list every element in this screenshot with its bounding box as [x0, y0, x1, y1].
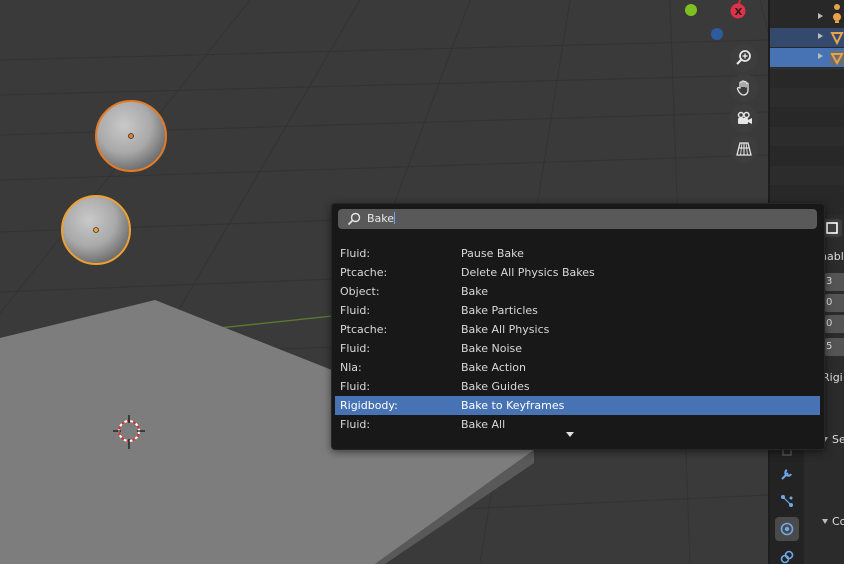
list-item[interactable]: Ptcache: Bake All Physics — [335, 320, 820, 339]
result-category: Fluid: — [340, 342, 371, 355]
expand-icon[interactable] — [818, 53, 823, 59]
camera-view-icon[interactable] — [730, 105, 758, 133]
section-label: Se — [832, 433, 844, 446]
rigid-body-label: Rigi — [822, 371, 843, 384]
outliner-panel[interactable] — [768, 0, 844, 215]
result-operator: Bake Noise — [461, 342, 523, 355]
result-category: Fluid: — [340, 247, 371, 260]
modifier-icon[interactable] — [775, 462, 799, 486]
physics-icon[interactable] — [775, 517, 799, 541]
result-category: Fluid: — [340, 418, 371, 431]
outliner-empty-row — [770, 127, 844, 146]
list-item[interactable]: Fluid: Bake Guides — [335, 377, 820, 396]
light-icon — [833, 13, 841, 23]
list-item[interactable]: Object: Bake — [335, 282, 820, 301]
list-item[interactable]: Fluid: Pause Bake — [335, 244, 820, 263]
perspective-grid-icon[interactable] — [730, 135, 758, 163]
property-field[interactable]: 0 — [824, 294, 844, 312]
list-item[interactable]: Ptcache: Delete All Physics Bakes — [335, 263, 820, 282]
chevron-down-icon[interactable] — [566, 432, 574, 437]
list-item[interactable]: Nla: Bake Action — [335, 358, 820, 377]
result-category: Nla: — [340, 361, 362, 374]
zoom-icon[interactable] — [730, 44, 758, 72]
property-field[interactable]: 5 — [824, 338, 844, 356]
result-operator: Pause Bake — [461, 247, 524, 260]
particles-icon[interactable] — [775, 489, 799, 513]
outliner-row[interactable] — [770, 8, 844, 27]
result-operator: Bake All Physics — [461, 323, 550, 336]
result-category: Fluid: — [340, 304, 371, 317]
outliner-empty-row — [770, 166, 844, 185]
sphere-origin-2 — [93, 227, 99, 233]
list-item[interactable]: Fluid: Bake All — [335, 415, 820, 434]
section-label: Co — [832, 515, 844, 528]
sphere-origin-1 — [128, 133, 134, 139]
gizmo-y-axis[interactable] — [685, 4, 697, 16]
outliner-empty-row — [770, 88, 844, 107]
expand-icon[interactable] — [818, 13, 823, 19]
constraints-icon[interactable] — [775, 545, 799, 564]
result-category: Fluid: — [340, 380, 371, 393]
outliner-row-selected[interactable] — [770, 48, 844, 67]
mesh-object-icon — [830, 32, 844, 45]
operator-search-popup: Bake Fluid: Pause Bake Ptcache: Delete All… — [331, 203, 825, 450]
search-input-value: Bake — [367, 212, 395, 225]
gizmo-z-negative[interactable] — [711, 28, 723, 40]
result-category: Rigidbody: — [340, 399, 398, 412]
result-operator: Bake Particles — [461, 304, 538, 317]
result-operator: Bake — [461, 285, 489, 298]
list-item-selected[interactable]: Rigidbody: Bake to Keyframes — [335, 396, 820, 415]
result-operator: Bake Guides — [461, 380, 530, 393]
outliner-divider — [770, 68, 844, 69]
property-field[interactable]: 0 — [824, 315, 844, 333]
search-input[interactable]: Bake — [338, 209, 817, 229]
list-item[interactable]: Fluid: Bake Particles — [335, 301, 820, 320]
expand-icon[interactable] — [818, 33, 823, 39]
result-operator: Bake Action — [461, 361, 526, 374]
result-operator: Bake to Keyframes — [461, 399, 565, 412]
list-item[interactable]: Fluid: Bake Noise — [335, 339, 820, 358]
property-field[interactable]: 3 — [824, 273, 844, 291]
pin-button[interactable] — [822, 219, 842, 237]
outliner-row[interactable] — [770, 28, 844, 47]
search-results-list: Fluid: Pause Bake Ptcache: Delete All Phys… — [335, 244, 820, 434]
result-operator: Delete All Physics Bakes — [461, 266, 595, 279]
result-operator: Bake All — [461, 418, 506, 431]
chevron-down-icon[interactable] — [822, 519, 828, 524]
mesh-object-icon — [830, 51, 844, 65]
hand-pan-icon[interactable] — [730, 74, 758, 102]
result-category: Ptcache: — [340, 323, 388, 336]
search-icon — [347, 212, 361, 226]
result-category: Ptcache: — [340, 266, 388, 279]
gizmo-x-label: X — [735, 7, 743, 18]
navigation-gizmo[interactable]: X — [685, 0, 746, 40]
result-category: Object: — [340, 285, 380, 298]
